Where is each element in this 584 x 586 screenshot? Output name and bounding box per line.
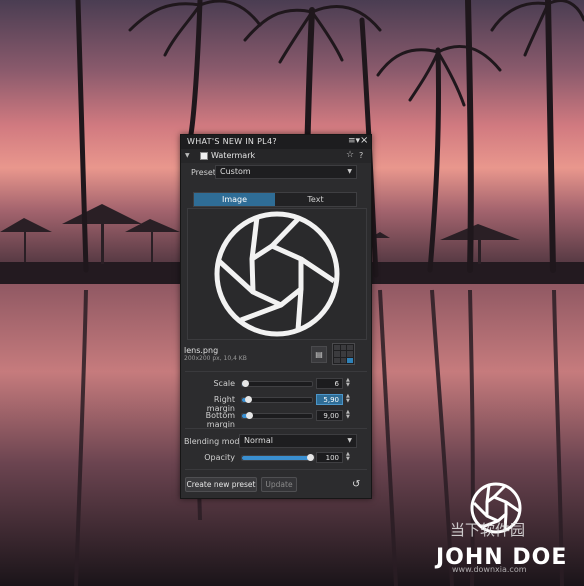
right-margin-spinner-icon[interactable]: ▲ ▼ xyxy=(346,394,353,404)
bottom-margin-value-field[interactable]: 9,00 xyxy=(316,410,343,421)
bottom-margin-spinner-icon[interactable]: ▲ ▼ xyxy=(346,410,353,420)
opacity-spinner-icon[interactable]: ▲ ▼ xyxy=(346,452,353,462)
blending-mode-label: Blending mode xyxy=(184,437,245,446)
scale-slider[interactable] xyxy=(241,380,313,387)
scale-slider-knob[interactable] xyxy=(242,380,249,387)
open-file-icon[interactable]: ▤ xyxy=(311,346,327,363)
scale-label: Scale xyxy=(213,379,235,388)
position-cell[interactable] xyxy=(334,357,340,363)
watermark-type-tabs: Image Text xyxy=(193,192,357,207)
position-cell[interactable] xyxy=(347,345,353,351)
site-watermark-text: 当下软件园 xyxy=(450,521,526,539)
preset-value: Custom xyxy=(220,167,251,176)
panel-title: WHAT'S NEW IN PL4? xyxy=(187,137,277,146)
position-cell[interactable] xyxy=(340,351,347,357)
bottom-margin-slider-knob[interactable] xyxy=(245,412,253,419)
tab-text[interactable]: Text xyxy=(275,193,356,206)
bottom-margin-label: Bottom margin xyxy=(205,411,235,429)
watermark-enable-checkbox[interactable] xyxy=(200,152,208,160)
opacity-value-field[interactable]: 100 xyxy=(316,452,343,463)
position-cell[interactable] xyxy=(347,351,353,357)
file-info: 200x200 px, 10,4 KB xyxy=(184,355,247,362)
blending-mode-value: Normal xyxy=(244,436,273,445)
preset-label: Preset xyxy=(191,168,216,177)
menu-icon[interactable]: ≡▾ xyxy=(348,136,360,146)
reset-icon[interactable]: ↺ xyxy=(352,479,360,490)
close-icon[interactable]: × xyxy=(360,135,368,146)
opacity-label: Opacity xyxy=(204,453,235,462)
divider xyxy=(185,428,367,429)
position-cell[interactable] xyxy=(340,357,347,363)
create-new-preset-button[interactable]: Create new preset xyxy=(185,477,257,492)
position-cell-selected[interactable] xyxy=(347,357,353,363)
update-button[interactable]: Update xyxy=(261,477,297,492)
watermark-section-header[interactable]: ▼ Watermark ☆ ? xyxy=(181,149,371,163)
opacity-slider[interactable] xyxy=(241,454,315,461)
chevron-down-icon: ▼ xyxy=(347,437,352,444)
watermark-image-preview xyxy=(187,208,367,340)
help-icon[interactable]: ? xyxy=(359,151,363,160)
opacity-slider-knob[interactable] xyxy=(307,454,314,461)
lens-aperture-icon xyxy=(214,211,340,337)
tab-image[interactable]: Image xyxy=(194,193,275,206)
right-margin-slider[interactable] xyxy=(241,396,313,403)
desktop-scene: WHAT'S NEW IN PL4? ≡▾ × ▼ Watermark ☆ ? … xyxy=(0,0,584,586)
position-grid[interactable] xyxy=(332,343,355,365)
panel-titlebar[interactable]: WHAT'S NEW IN PL4? ≡▾ × xyxy=(181,135,371,149)
divider xyxy=(185,371,367,372)
watermark-panel: WHAT'S NEW IN PL4? ≡▾ × ▼ Watermark ☆ ? … xyxy=(180,134,372,499)
position-cell[interactable] xyxy=(334,345,340,351)
preset-dropdown[interactable]: Custom ▼ xyxy=(215,165,357,179)
position-cell[interactable] xyxy=(340,345,347,351)
scale-value-field[interactable]: 6 xyxy=(316,378,343,389)
opacity-slider-fill xyxy=(242,456,310,460)
chevron-down-icon: ▼ xyxy=(347,168,352,175)
bottom-margin-slider[interactable] xyxy=(241,412,313,419)
right-margin-value-field[interactable]: 5,90 xyxy=(316,394,343,405)
site-watermark-url: www.downxia.com xyxy=(452,565,527,574)
collapse-arrow-icon[interactable]: ▼ xyxy=(185,152,190,159)
divider xyxy=(185,469,367,470)
scale-spinner-icon[interactable]: ▲ ▼ xyxy=(346,378,353,388)
right-margin-slider-knob[interactable] xyxy=(244,396,252,403)
section-title: Watermark xyxy=(211,151,256,160)
star-icon[interactable]: ☆ xyxy=(346,150,354,160)
blending-mode-dropdown[interactable]: Normal ▼ xyxy=(239,434,357,448)
file-name: lens.png xyxy=(184,346,219,355)
position-cell[interactable] xyxy=(334,351,340,357)
